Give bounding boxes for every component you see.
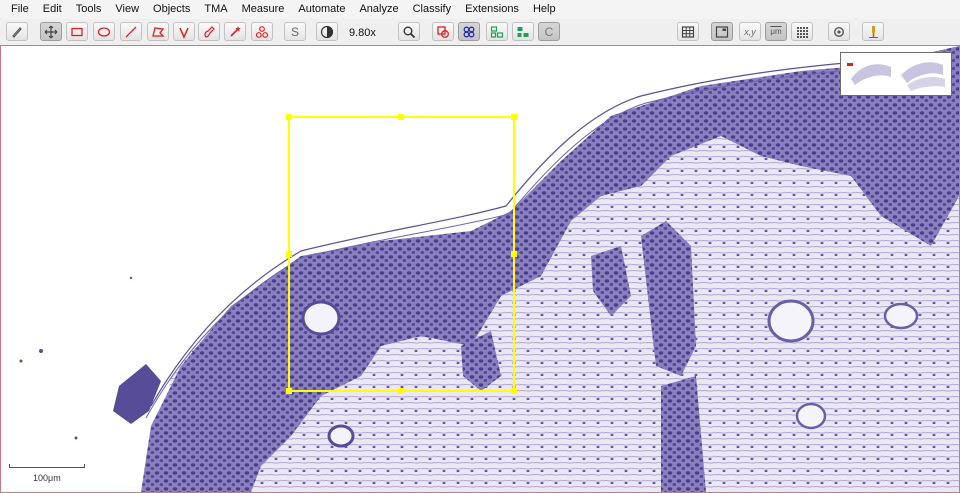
fill-detections-button[interactable]	[512, 22, 534, 41]
annotation-handle[interactable]	[511, 114, 517, 120]
selection-mode-button[interactable]: S	[284, 22, 306, 41]
rectangle-tool-button[interactable]	[66, 22, 88, 41]
menu-classify[interactable]: Classify	[406, 0, 459, 19]
wand-tool-button[interactable]	[224, 22, 246, 41]
polyline-tool-button[interactable]	[173, 22, 195, 41]
menu-bar: File Edit Tools View Objects TMA Measure…	[0, 0, 960, 19]
show-overview-button[interactable]	[711, 22, 733, 41]
ellipse-tool-button[interactable]	[93, 22, 115, 41]
gear-icon	[833, 26, 845, 37]
menu-tools[interactable]: Tools	[69, 0, 109, 19]
menu-automate[interactable]: Automate	[291, 0, 352, 19]
menu-objects[interactable]: Objects	[146, 0, 197, 19]
move-tool-button[interactable]	[40, 22, 62, 41]
menu-tma[interactable]: TMA	[197, 0, 234, 19]
polygon-tool-icon	[152, 26, 165, 37]
polygon-tool-button[interactable]	[147, 22, 169, 41]
line-tool-icon	[125, 26, 137, 37]
cells-filled-icon	[517, 26, 529, 37]
overview-icon	[715, 25, 729, 38]
wand-tool-icon	[230, 25, 241, 37]
scalebar-toggle-label: μm	[770, 27, 782, 36]
annotation-handle[interactable]	[286, 251, 292, 257]
annotation-outline[interactable]	[288, 116, 515, 392]
menu-analyze[interactable]: Analyze	[352, 0, 405, 19]
detections-icon	[463, 26, 475, 37]
contrast-icon	[320, 25, 334, 38]
menu-file[interactable]: File	[0, 0, 36, 19]
polyline-tool-icon	[179, 27, 189, 39]
show-detections-button[interactable]	[458, 22, 480, 41]
brush-tool-icon	[12, 26, 22, 38]
move-tool-icon	[44, 25, 58, 38]
coordinates-label: x,y	[744, 26, 756, 37]
show-coordinates-button[interactable]: x,y	[739, 22, 761, 41]
show-cells-button[interactable]	[486, 22, 508, 41]
brush-tool-button[interactable]	[6, 22, 28, 41]
menu-help[interactable]: Help	[526, 0, 563, 19]
menu-measure[interactable]: Measure	[235, 0, 292, 19]
line-tool-button[interactable]	[120, 22, 142, 41]
selection-mode-label: S	[290, 24, 299, 39]
annotation-handle[interactable]	[286, 114, 292, 120]
points-tool-button[interactable]	[251, 22, 273, 41]
show-scalebar-button[interactable]: μm	[765, 22, 787, 41]
pixel-grid-icon	[797, 26, 808, 38]
menu-view[interactable]: View	[108, 0, 146, 19]
show-counts-button[interactable]: C	[538, 22, 560, 41]
brush-draw-tool-icon	[204, 25, 215, 38]
menu-edit[interactable]: Edit	[36, 0, 69, 19]
annotation-handle[interactable]	[398, 114, 404, 120]
rectangle-annotation[interactable]	[1, 46, 959, 492]
scale-bar-label: 100μm	[33, 473, 61, 483]
brightness-contrast-button[interactable]	[316, 22, 338, 41]
show-pixel-grid-button[interactable]	[791, 22, 813, 41]
scale-bar	[9, 464, 85, 468]
counts-label: C	[544, 24, 554, 39]
overview-thumbnail[interactable]	[840, 52, 952, 96]
zoom-value: 9.80x	[349, 27, 376, 39]
annotation-handle[interactable]	[511, 251, 517, 257]
annotation-handle[interactable]	[511, 388, 517, 394]
image-viewer[interactable]: 100μm	[0, 45, 960, 493]
show-grid-button[interactable]	[677, 22, 699, 41]
cells-outline-icon	[490, 25, 504, 38]
menu-extensions[interactable]: Extensions	[458, 0, 526, 19]
overview-viewport-marker	[847, 63, 853, 66]
show-annotations-button[interactable]	[432, 22, 454, 41]
log-viewer-button[interactable]	[862, 22, 884, 41]
grid-icon	[681, 25, 695, 38]
brush-draw-tool-button[interactable]	[198, 22, 220, 41]
magnifier-icon	[403, 26, 416, 38]
ellipse-tool-icon	[97, 26, 111, 37]
points-tool-icon	[255, 25, 269, 38]
microscope-icon	[869, 25, 878, 38]
toolbar: S C x,y μm	[0, 19, 960, 57]
zoom-to-fit-button[interactable]	[398, 22, 420, 41]
annotation-handle[interactable]	[286, 388, 292, 394]
annotation-handle[interactable]	[398, 388, 404, 394]
preferences-button[interactable]	[828, 22, 850, 41]
rectangle-tool-icon	[71, 27, 83, 36]
annotations-icon	[437, 25, 449, 38]
overview-image	[847, 62, 945, 91]
